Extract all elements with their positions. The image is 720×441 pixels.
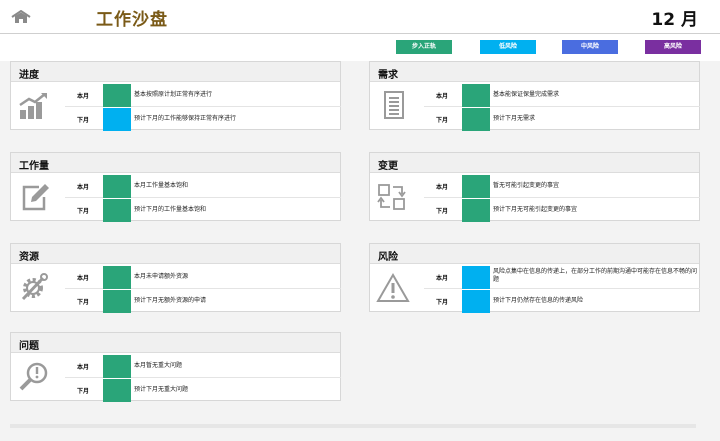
legend-on-track: 步入正轨 (396, 40, 452, 54)
status-badge (103, 84, 131, 107)
row-text: 风险点集中在信息的传递上，在部分工作的前期沟通中可能存在信息不畅的问题 (493, 268, 698, 283)
edit-pencil-icon (22, 184, 49, 211)
card-progress: 进度 本月 基本按照原计划正常有序进行 下月 预计下月的工作能够保持正常有序进行 (10, 61, 341, 131)
gear-wrench-icon (21, 273, 48, 301)
status-badge (103, 355, 131, 378)
row-label: 下月 (76, 117, 89, 124)
month-label: 12 月 (651, 10, 698, 30)
legend-high-risk: 高风险 (645, 40, 701, 54)
document-list-icon (384, 91, 404, 119)
card-header: 变更 (370, 153, 699, 173)
row-text: 本月工作量基本饱和 (134, 182, 189, 189)
card-header: 进度 (11, 62, 340, 82)
row-label: 本月 (76, 93, 89, 100)
warning-triangle-icon (376, 272, 410, 302)
page-title: 工作沙盘 (96, 10, 168, 30)
card-title: 问题 (19, 341, 39, 352)
row-text: 预计下月无额外资源的申请 (134, 297, 207, 304)
status-badge (462, 199, 490, 222)
row-label: 下月 (435, 299, 448, 306)
card-requirements: 需求 本月 基本能保证保量完成需求 下月 预计下月无需求 (369, 61, 700, 131)
row-label: 本月 (76, 184, 89, 191)
row-text: 基本能保证保量完成需求 (493, 91, 560, 98)
row-current-month: 本月 基本能保证保量完成需求 (424, 84, 700, 107)
status-badge (103, 290, 131, 313)
row-current-month: 本月 暂无可能引起变更的事宜 (424, 175, 700, 198)
home-icon[interactable] (11, 10, 31, 24)
row-next-month: 下月 预计下月无需求 (424, 108, 700, 131)
card-header: 资源 (11, 244, 340, 264)
magnifier-alert-icon (19, 362, 48, 391)
row-label: 本月 (76, 364, 89, 371)
row-text: 预计下月的工作量基本饱和 (134, 206, 207, 213)
row-label: 下月 (76, 388, 89, 395)
row-next-month: 下月 预计下月无可能引起变更的事宜 (424, 199, 700, 222)
row-next-month: 下月 预计下月无额外资源的申请 (65, 290, 341, 313)
card-title: 需求 (378, 70, 398, 81)
row-next-month: 下月 预计下月的工作量基本饱和 (65, 199, 341, 222)
card-title: 风险 (378, 252, 398, 263)
card-title: 工作量 (19, 161, 49, 172)
status-badge (103, 108, 131, 131)
card-workload: 工作量 本月 本月工作量基本饱和 下月 预计下月的工作量基本饱和 (10, 152, 341, 222)
card-resources: 资源 本月 本月未申请额外资源 下月 预计下月无额外资源的申请 (10, 243, 341, 313)
card-changes: 变更 本月 暂无可能引起变更的事宜 下月 预计下月无可能引起变更的事宜 (369, 152, 700, 222)
card-issues: 问题 本月 本月暂无重大问题 下月 预计下月无重大问题 (10, 332, 341, 402)
row-label: 下月 (435, 117, 448, 124)
row-current-month: 本月 基本按照原计划正常有序进行 (65, 84, 341, 107)
row-label: 下月 (76, 299, 89, 306)
row-text: 预计下月的工作能够保持正常有序进行 (134, 115, 237, 122)
row-label: 下月 (435, 208, 448, 215)
row-next-month: 下月 预计下月无重大问题 (65, 379, 341, 402)
status-badge (462, 84, 490, 107)
row-text: 预计下月仍然存在信息的传递风险 (493, 297, 584, 304)
legend-medium-risk: 中风险 (562, 40, 618, 54)
row-label: 本月 (435, 275, 448, 282)
row-current-month: 本月 本月工作量基本饱和 (65, 175, 341, 198)
bar-chart-growth-icon (19, 93, 47, 119)
status-badge (462, 266, 490, 289)
status-badge (103, 175, 131, 198)
top-bar: 工作沙盘 12 月 (0, 0, 720, 34)
row-next-month: 下月 预计下月仍然存在信息的传递风险 (424, 290, 700, 313)
card-header: 问题 (11, 333, 340, 353)
row-text: 本月未申请额外资源 (134, 273, 189, 280)
row-text: 预计下月无重大问题 (134, 386, 189, 393)
card-header: 工作量 (11, 153, 340, 173)
card-title: 进度 (19, 70, 39, 81)
card-risks: 风险 本月 风险点集中在信息的传递上，在部分工作的前期沟通中可能存在信息不畅的问… (369, 243, 700, 313)
swap-boxes-icon (377, 184, 406, 210)
card-header: 风险 (370, 244, 699, 264)
legend-low-risk: 低风险 (480, 40, 536, 54)
card-title: 资源 (19, 252, 39, 263)
card-header: 需求 (370, 62, 699, 82)
row-text: 预计下月无需求 (493, 115, 536, 122)
status-badge (103, 379, 131, 402)
row-current-month: 本月 本月暂无重大问题 (65, 355, 341, 378)
row-label: 本月 (435, 93, 448, 100)
row-current-month: 本月 本月未申请额外资源 (65, 266, 341, 289)
row-text: 本月暂无重大问题 (134, 362, 183, 369)
row-next-month: 下月 预计下月的工作能够保持正常有序进行 (65, 108, 341, 131)
row-text: 暂无可能引起变更的事宜 (493, 182, 560, 189)
row-text: 基本按照原计划正常有序进行 (134, 91, 213, 98)
status-badge (462, 290, 490, 313)
status-badge (103, 199, 131, 222)
status-badge (103, 266, 131, 289)
row-text: 预计下月无可能引起变更的事宜 (493, 206, 578, 213)
row-label: 本月 (435, 184, 448, 191)
status-badge (462, 175, 490, 198)
footer-divider (10, 424, 696, 428)
row-label: 本月 (76, 275, 89, 282)
row-current-month: 本月 风险点集中在信息的传递上，在部分工作的前期沟通中可能存在信息不畅的问题 (424, 266, 700, 289)
status-badge (462, 108, 490, 131)
card-title: 变更 (378, 161, 398, 172)
row-label: 下月 (76, 208, 89, 215)
